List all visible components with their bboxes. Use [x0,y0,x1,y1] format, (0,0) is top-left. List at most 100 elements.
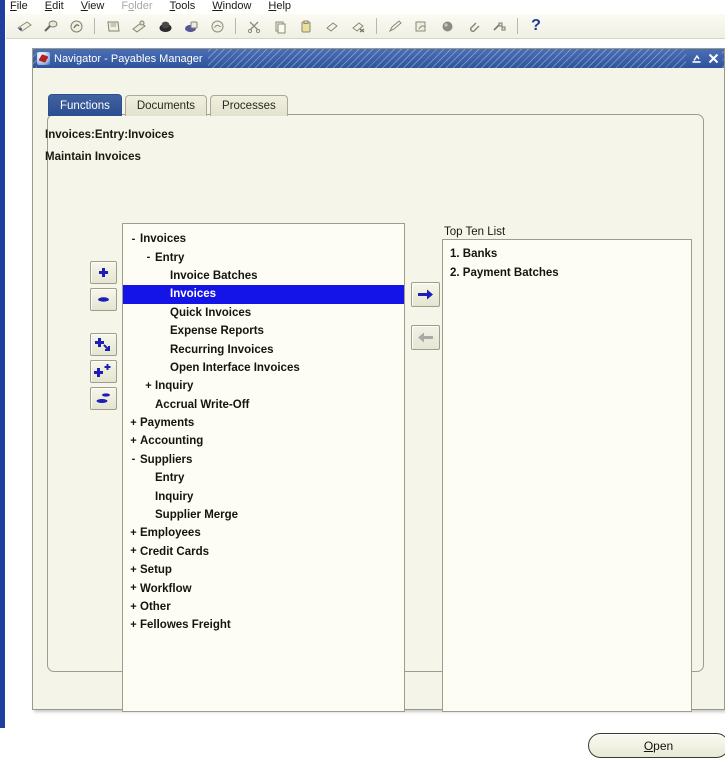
tree-node[interactable]: + Inquiry [123,377,404,395]
show-navigator-icon[interactable] [64,15,88,38]
tree-node[interactable]: Quick Invoices [123,304,404,322]
tree-node[interactable]: + Credit Cards [123,543,404,561]
open-button[interactable]: Open [588,733,725,758]
tree-node[interactable]: - Suppliers [123,451,404,469]
tree-node[interactable]: + Accounting [123,432,404,450]
save-icon[interactable] [101,15,125,38]
tree-node[interactable]: + Setup [123,561,404,579]
expand-branch-button[interactable] [90,333,117,356]
copy-icon[interactable] [268,15,292,38]
tab-documents-label: Documents [136,100,196,112]
close-form-icon[interactable] [205,15,229,38]
breadcrumb: Invoices:Entry:Invoices [45,129,175,141]
menu-item-file[interactable]: File [10,0,28,12]
collapse-minus-icon[interactable]: - [127,454,140,465]
tree-node[interactable]: Invoices [123,285,404,304]
collapse-all-button[interactable] [90,387,117,410]
tree-node[interactable]: + Fellowes Freight [123,616,404,634]
expand-plus-icon[interactable]: + [127,546,140,557]
new-icon[interactable] [12,15,36,38]
next-step-icon[interactable] [153,15,177,38]
find-icon[interactable] [38,15,62,38]
zoom-icon[interactable] [409,15,433,38]
tree-node-label: Inquiry [155,380,194,393]
tree-node[interactable]: + Payments [123,414,404,432]
window-title-bar[interactable]: Navigator - Payables Manager [33,49,724,68]
tree-node[interactable]: - Entry [123,248,404,266]
help-icon[interactable]: ? [524,15,548,38]
tree-node[interactable]: Supplier Merge [123,506,404,524]
expand-node-button[interactable] [90,261,117,284]
cut-icon[interactable] [242,15,266,38]
top-ten-list-items: 1. Banks 2. Payment Batches [443,244,691,282]
paste-icon[interactable] [294,15,318,38]
navigator-window: Navigator - Payables Manager Functions D… [32,48,725,758]
clear-record-icon[interactable] [320,15,344,38]
collapse-node-button[interactable] [90,288,117,311]
remove-from-top-ten-button[interactable] [411,325,440,350]
expand-all-button[interactable] [90,360,117,383]
menu-item-window[interactable]: Window [212,0,251,12]
menu-item-view[interactable]: View [81,0,105,12]
print-icon[interactable] [179,15,203,38]
tab-functions[interactable]: Functions [48,94,122,116]
tree-node-label: Invoices [170,288,217,301]
minimize-button[interactable] [690,52,702,65]
navigator-tree[interactable]: - Invoices - Entry Invoice Batches Invoices Qu… [122,223,405,712]
tree-node[interactable]: Expense Reports [123,322,404,340]
oracle-app-icon [37,52,50,65]
window-body: Functions Documents Processes Invoices:E… [33,68,725,758]
tree-node-label: Inquiry [155,490,194,503]
tab-functions-label: Functions [60,99,110,112]
expand-plus-icon[interactable]: + [127,619,140,631]
attachments-icon[interactable] [461,15,485,38]
expand-plus-icon[interactable]: + [142,380,155,392]
add-to-top-ten-button[interactable] [411,282,440,307]
navigator-tree-list: - Invoices - Entry Invoice Batches Invoices Qu… [123,224,404,635]
toolbar-separator [94,18,95,34]
menu-item-folder: Folder [121,0,153,12]
top-ten-list-item[interactable]: 1. Banks [443,244,691,263]
top-ten-list[interactable]: 1. Banks 2. Payment Batches [442,239,692,712]
tree-node-label: Accrual Write-Off [155,398,250,411]
menu-item-tools[interactable]: Tools [170,0,196,12]
expand-plus-icon[interactable]: + [127,527,140,539]
menu-bar: File Edit View Folder Tools Window Help [6,0,725,12]
tree-node[interactable]: Recurring Invoices [123,340,404,358]
translations-icon[interactable] [435,15,459,38]
tree-node-label: Entry [155,472,185,485]
tree-node[interactable]: Invoice Batches [123,267,404,285]
expand-plus-icon[interactable]: + [127,417,140,429]
page-title: Maintain Invoices [45,151,141,163]
tab-strip: Functions Documents Processes [48,94,288,116]
tree-node[interactable]: + Workflow [123,579,404,597]
tab-processes[interactable]: Processes [210,95,288,116]
save-and-proceed-icon[interactable] [127,15,151,38]
menu-item-edit[interactable]: Edit [45,0,64,12]
tree-node[interactable]: Entry [123,469,404,487]
expand-plus-icon[interactable]: + [127,601,140,613]
tree-tool-buttons [90,261,118,410]
expand-plus-icon[interactable]: + [127,564,140,576]
top-ten-list-item[interactable]: 2. Payment Batches [443,263,691,282]
tab-documents[interactable]: Documents [124,95,208,116]
expand-plus-icon[interactable]: + [127,435,140,447]
delete-record-icon[interactable] [346,15,370,38]
tree-node[interactable]: Accrual Write-Off [123,396,404,414]
transfer-buttons [411,282,440,350]
menu-item-help[interactable]: Help [268,0,291,12]
folder-tools-icon[interactable] [487,15,511,38]
expand-plus-icon[interactable]: + [127,583,140,594]
tree-node[interactable]: Inquiry [123,487,404,505]
tree-node[interactable]: + Other [123,598,404,616]
edit-field-icon[interactable] [383,15,407,38]
collapse-minus-icon[interactable]: - [127,233,140,245]
collapse-minus-icon[interactable]: - [142,252,155,263]
tree-node[interactable]: - Invoices [123,230,404,248]
tree-node-label: Recurring Invoices [170,343,274,356]
close-button[interactable] [707,52,719,65]
toolbar-separator [517,18,518,34]
tree-node-label: Payments [140,417,195,430]
tree-node[interactable]: + Employees [123,524,404,542]
tree-node[interactable]: Open Interface Invoices [123,359,404,377]
